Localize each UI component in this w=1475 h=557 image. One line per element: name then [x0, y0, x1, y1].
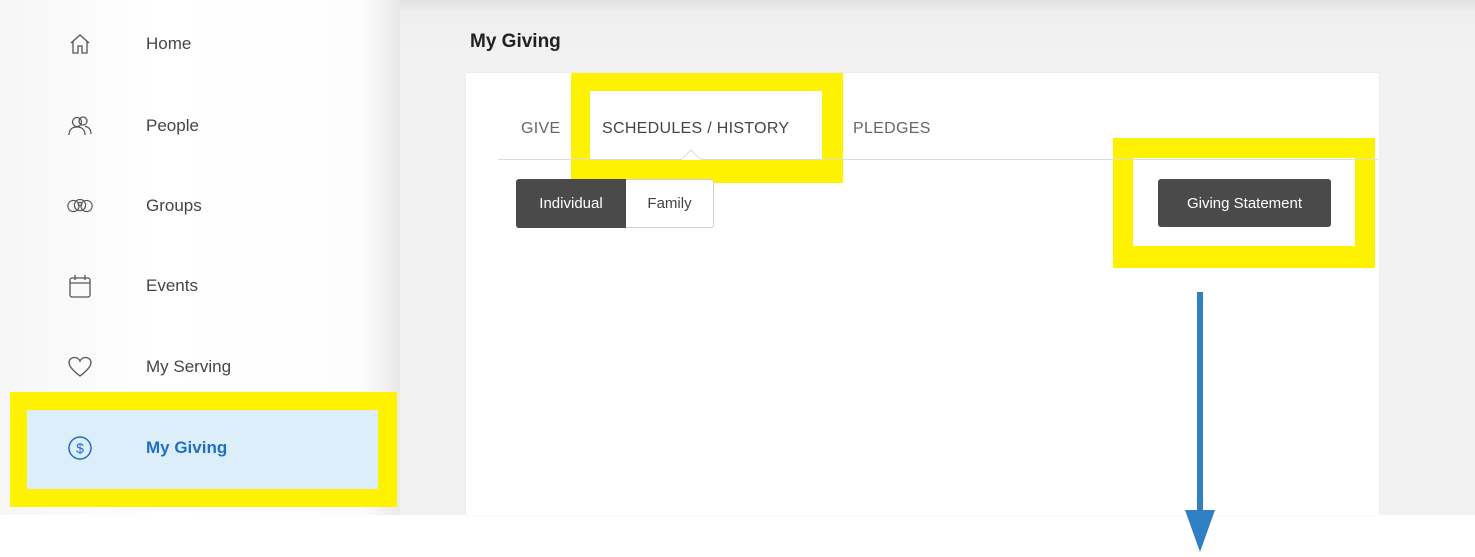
segment-individual[interactable]: Individual — [516, 179, 626, 228]
sidebar-item-groups[interactable]: Groups — [0, 166, 400, 246]
sidebar-item-label: Groups — [146, 196, 202, 215]
sidebar-item-label: Home — [146, 34, 192, 53]
down-arrow-icon — [1185, 292, 1215, 552]
tab-divider — [498, 159, 1378, 160]
sidebar: Home People Groups Events My Serving $ M… — [0, 0, 400, 515]
calendar-icon — [66, 272, 94, 300]
sidebar-item-label: People — [146, 116, 199, 135]
sidebar-item-my-serving[interactable]: My Serving — [0, 327, 400, 407]
sidebar-item-home[interactable]: Home — [0, 4, 400, 84]
tab-give[interactable]: GIVE — [521, 120, 560, 138]
sidebar-item-people[interactable]: People — [0, 86, 400, 166]
page-title: My Giving — [470, 31, 561, 52]
heart-icon — [66, 353, 94, 381]
sidebar-item-events[interactable]: Events — [0, 246, 400, 326]
giving-statement-button[interactable]: Giving Statement — [1158, 179, 1331, 227]
groups-icon — [66, 192, 94, 220]
tab-schedules-history[interactable]: SCHEDULES / HISTORY — [602, 120, 789, 138]
sidebar-item-my-giving[interactable]: $ My Giving — [0, 408, 400, 488]
active-tab-caret — [681, 149, 701, 161]
svg-text:$: $ — [76, 440, 84, 456]
sidebar-item-label: Events — [146, 276, 198, 295]
sidebar-item-label: My Giving — [146, 438, 228, 457]
tab-pledges[interactable]: PLEDGES — [853, 120, 931, 138]
sidebar-item-label: My Serving — [146, 357, 232, 376]
people-icon — [66, 112, 94, 140]
dollar-circle-icon: $ — [66, 434, 94, 462]
segment-family[interactable]: Family — [626, 179, 714, 228]
home-icon — [66, 30, 94, 58]
